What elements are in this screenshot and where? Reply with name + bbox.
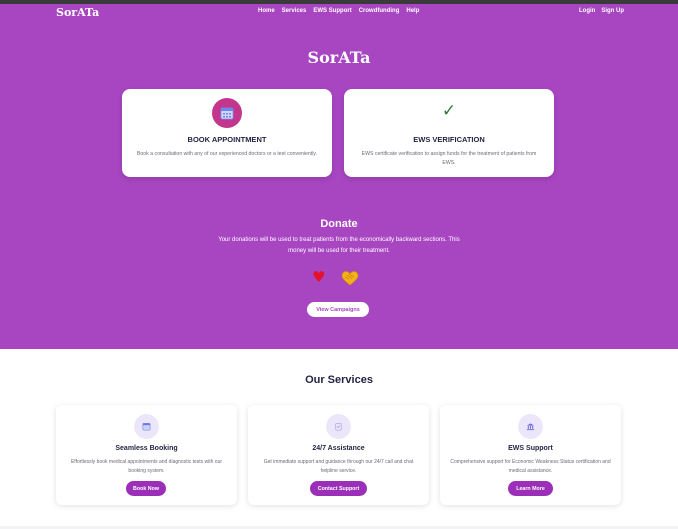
learn-more-button[interactable]: Learn More	[508, 481, 553, 496]
view-campaigns-button[interactable]: View Campaigns	[307, 302, 369, 317]
service-card-assistance: 24/7 Assistance Get immediate support an…	[248, 405, 429, 505]
nav-home-link[interactable]: Home	[258, 8, 275, 14]
service-description: Get immediate support and guidance throu…	[263, 459, 414, 474]
donate-title: Donate	[320, 218, 358, 230]
service-title: Seamless Booking	[115, 445, 178, 452]
card-description: Book a consultation with any of our expe…	[136, 151, 318, 157]
nav-ews-support-link[interactable]: EWS Support	[313, 8, 351, 14]
main-nav: Home Services EWS Support Crowdfunding H…	[258, 8, 419, 14]
donate-description: Your donations will be used to treat pat…	[218, 237, 460, 254]
heart-icon: ♥	[312, 268, 326, 286]
card-title: BOOK APPOINTMENT	[187, 135, 267, 144]
book-now-button[interactable]: Book Now	[126, 481, 166, 496]
ews-verification-card[interactable]: ✓ EWS VERIFICATION EWS certificate verif…	[344, 89, 554, 177]
handshake-icon	[341, 271, 359, 286]
nav-services-link[interactable]: Services	[282, 8, 307, 14]
calendar-icon	[134, 414, 159, 439]
card-description: EWS certificate verification to assign f…	[361, 151, 537, 166]
brand-logo[interactable]: SorATa	[56, 6, 99, 19]
service-description: Comprehensive support for Economic Weakn…	[450, 459, 611, 474]
service-card-ews: EWS Support Comprehensive support for Ec…	[440, 405, 621, 505]
nav-help-link[interactable]: Help	[406, 8, 419, 14]
card-title: EWS VERIFICATION	[413, 135, 485, 144]
auth-links: Login Sign Up	[579, 8, 624, 14]
login-link[interactable]: Login	[579, 8, 595, 14]
service-title: EWS Support	[508, 445, 553, 452]
checkmark-icon: ✓	[441, 101, 457, 121]
contact-support-button[interactable]: Contact Support	[310, 481, 367, 496]
service-title: 24/7 Assistance	[312, 445, 365, 452]
book-appointment-card[interactable]: BOOK APPOINTMENT Book a consultation wit…	[122, 89, 332, 177]
clipboard-icon	[326, 414, 351, 439]
services-title: Our Services	[305, 374, 373, 386]
service-card-booking: Seamless Booking Effortlessly book medic…	[56, 405, 237, 505]
bank-icon	[518, 414, 543, 439]
calendar-icon	[212, 98, 242, 128]
nav-crowdfunding-link[interactable]: Crowdfunding	[359, 8, 400, 14]
signup-link[interactable]: Sign Up	[601, 8, 624, 14]
service-description: Effortlessly book medical appointments a…	[70, 459, 223, 474]
hero-title: SorATa	[307, 48, 371, 67]
